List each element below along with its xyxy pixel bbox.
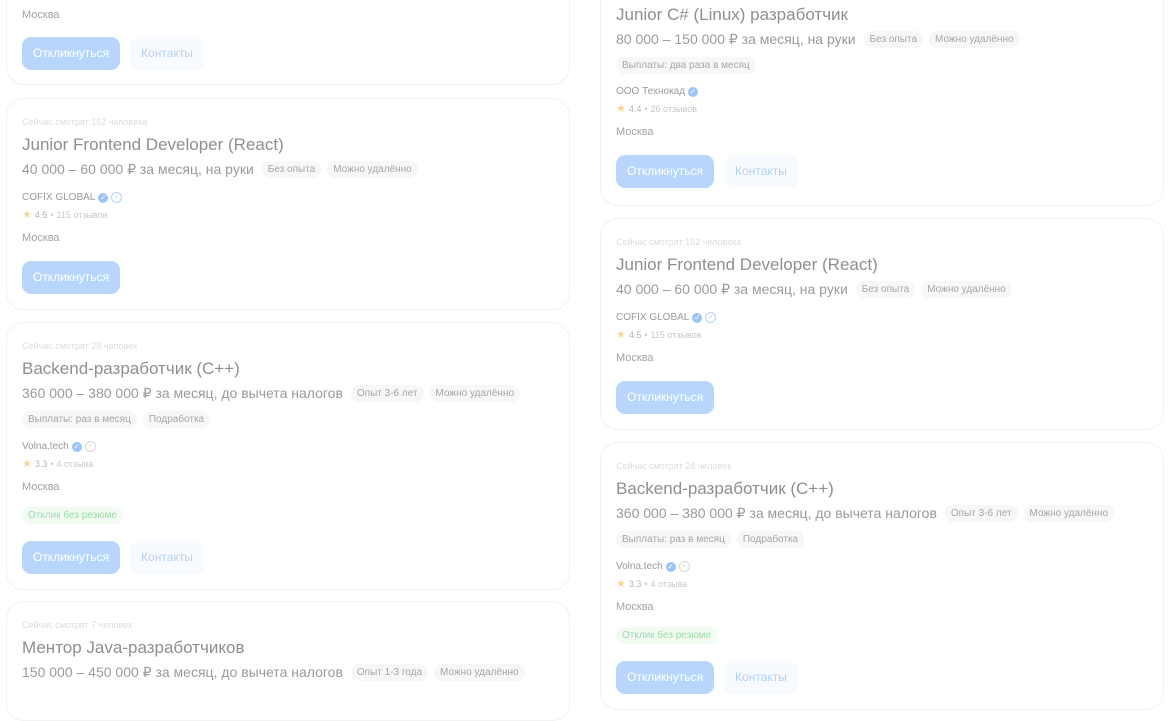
vacancy-title[interactable]: Ментор Java-разработчиков — [22, 638, 245, 658]
vacancy-city: Москва — [22, 481, 60, 493]
vacancy-salary: 360 000 – 380 000 ₽ за месяц, до вычета … — [22, 385, 343, 401]
vacancy-title[interactable]: Junior C# (Linux) разработчик — [616, 5, 848, 25]
company-name[interactable]: COFIX GLOBAL — [22, 192, 95, 203]
viewers-count: Сейчас смотрят 28 человек — [22, 341, 138, 351]
star-icon: ★ — [616, 578, 626, 590]
experience-tag: Без опыта — [855, 281, 916, 298]
experience-tag: Опыт 1-3 года — [350, 664, 429, 681]
company-name[interactable]: Volna.tech — [616, 561, 663, 572]
no-resume-badge: Отклик без резюме — [22, 507, 124, 524]
company-reviews[interactable]: 26 отзывов — [651, 104, 698, 114]
contacts-button[interactable]: Контакты — [130, 541, 204, 574]
experience-tag: Опыт 3-6 лет — [944, 505, 1018, 522]
vacancy-city: Москва — [616, 601, 654, 613]
payout-tag: Выплаты: раз в месяц — [616, 531, 731, 548]
company-name[interactable]: Volna.tech — [22, 441, 69, 452]
vacancy-salary: 360 000 – 380 000 ₽ за месяц, до вычета … — [616, 505, 937, 521]
company-rating: 4.5 — [628, 329, 642, 340]
vacancy-title[interactable]: Backend-разработчик (C++) — [22, 359, 240, 379]
star-icon: ★ — [616, 103, 626, 115]
remote-tag: Можно удалённо — [1023, 505, 1115, 522]
vacancy-city: Москва — [22, 232, 60, 244]
company-reviews[interactable]: 115 отзывов — [651, 330, 702, 340]
vacancy-card: Москва Откликнуться Контакты — [6, 0, 570, 85]
payout-tag: Выплаты: два раза в месяц — [616, 57, 756, 74]
verified-check-icon: ✓ — [688, 86, 699, 97]
company-reviews[interactable]: 4 отзыва — [57, 459, 94, 469]
accredited-it-icon: ✓ — [705, 312, 717, 323]
vacancy-city: Москва — [616, 352, 654, 364]
vacancy-card: Сейчас смотрят 7 человек Ментор Java-раз… — [6, 601, 570, 721]
viewers-count: Сейчас смотрят 152 человека — [22, 117, 148, 127]
contacts-button[interactable]: Контакты — [724, 155, 798, 188]
contacts-button[interactable]: Контакты — [130, 37, 204, 70]
star-icon: ★ — [22, 458, 32, 470]
remote-tag: Можно удалённо — [327, 161, 418, 178]
company-reviews[interactable]: 4 отзыва — [651, 579, 688, 589]
remote-tag: Можно удалённо — [921, 281, 1012, 298]
accredited-it-icon: ✓ — [111, 192, 123, 203]
apply-button[interactable]: Откликнуться — [616, 155, 715, 188]
viewers-count: Сейчас смотрят 152 человека — [616, 237, 742, 247]
company-rating: 3.3 — [34, 458, 48, 469]
experience-tag: Без опыта — [261, 161, 322, 178]
remote-tag: Можно удалённо — [434, 664, 525, 681]
company-rating: 4.5 — [34, 209, 48, 220]
contacts-button[interactable]: Контакты — [724, 661, 798, 694]
company-rating: 3.3 — [628, 578, 642, 589]
vacancy-card: Сейчас смотрят 152 человека Junior Front… — [600, 218, 1164, 430]
vacancy-city: Москва — [616, 126, 654, 138]
trusted-employer-icon: • — [84, 441, 96, 452]
vacancy-city: Москва — [22, 9, 60, 21]
part-time-tag: Подработка — [142, 411, 211, 428]
vacancy-title[interactable]: Backend-разработчик (C++) — [616, 479, 834, 499]
apply-button[interactable]: Откликнуться — [616, 661, 715, 694]
company-name[interactable]: ООО Технокад — [616, 86, 685, 97]
vacancy-title[interactable]: Junior Frontend Developer (React) — [22, 135, 284, 155]
vacancy-title[interactable]: Junior Frontend Developer (React) — [616, 255, 878, 275]
remote-tag: Можно удалённо — [429, 385, 521, 402]
apply-button[interactable]: Откликнуться — [22, 541, 121, 574]
vacancy-salary: 40 000 – 60 000 ₽ за месяц, на руки — [22, 161, 254, 177]
verified-check-icon: ✓ — [71, 441, 82, 452]
company-reviews[interactable]: 115 отзывов — [57, 210, 108, 220]
viewers-count: Сейчас смотрят 28 человек — [616, 461, 732, 471]
part-time-tag: Подработка — [736, 531, 805, 548]
vacancy-salary: 80 000 – 150 000 ₽ за месяц, на руки — [616, 31, 856, 47]
vacancy-card: Junior C# (Linux) разработчик 80 000 – 1… — [600, 0, 1164, 206]
vacancy-card: Сейчас смотрят 152 человека Junior Front… — [6, 98, 570, 310]
verified-check-icon: ✓ — [98, 192, 109, 203]
no-resume-badge: Отклик без резюме — [616, 627, 718, 644]
viewers-count: Сейчас смотрят 7 человек — [22, 620, 133, 630]
remote-tag: Можно удалённо — [929, 31, 1020, 48]
trusted-employer-icon: • — [678, 561, 690, 572]
experience-tag: Опыт 3-6 лет — [350, 385, 424, 402]
apply-button[interactable]: Откликнуться — [616, 381, 715, 414]
verified-check-icon: ✓ — [692, 312, 703, 323]
star-icon: ★ — [22, 209, 32, 221]
company-rating: 4.4 — [628, 103, 642, 114]
verified-check-icon: ✓ — [665, 561, 676, 572]
vacancy-card: Сейчас смотрят 28 человек Backend-разраб… — [600, 442, 1164, 710]
experience-tag: Без опыта — [863, 31, 924, 48]
apply-button[interactable]: Откликнуться — [22, 261, 121, 294]
vacancy-salary: 150 000 – 450 000 ₽ за месяц, до вычета … — [22, 664, 343, 680]
apply-button[interactable]: Откликнуться — [22, 37, 121, 70]
payout-tag: Выплаты: раз в месяц — [22, 411, 137, 428]
star-icon: ★ — [616, 329, 626, 341]
vacancy-salary: 40 000 – 60 000 ₽ за месяц, на руки — [616, 281, 848, 297]
vacancy-card: Сейчас смотрят 28 человек Backend-разраб… — [6, 322, 570, 590]
company-name[interactable]: COFIX GLOBAL — [616, 312, 689, 323]
